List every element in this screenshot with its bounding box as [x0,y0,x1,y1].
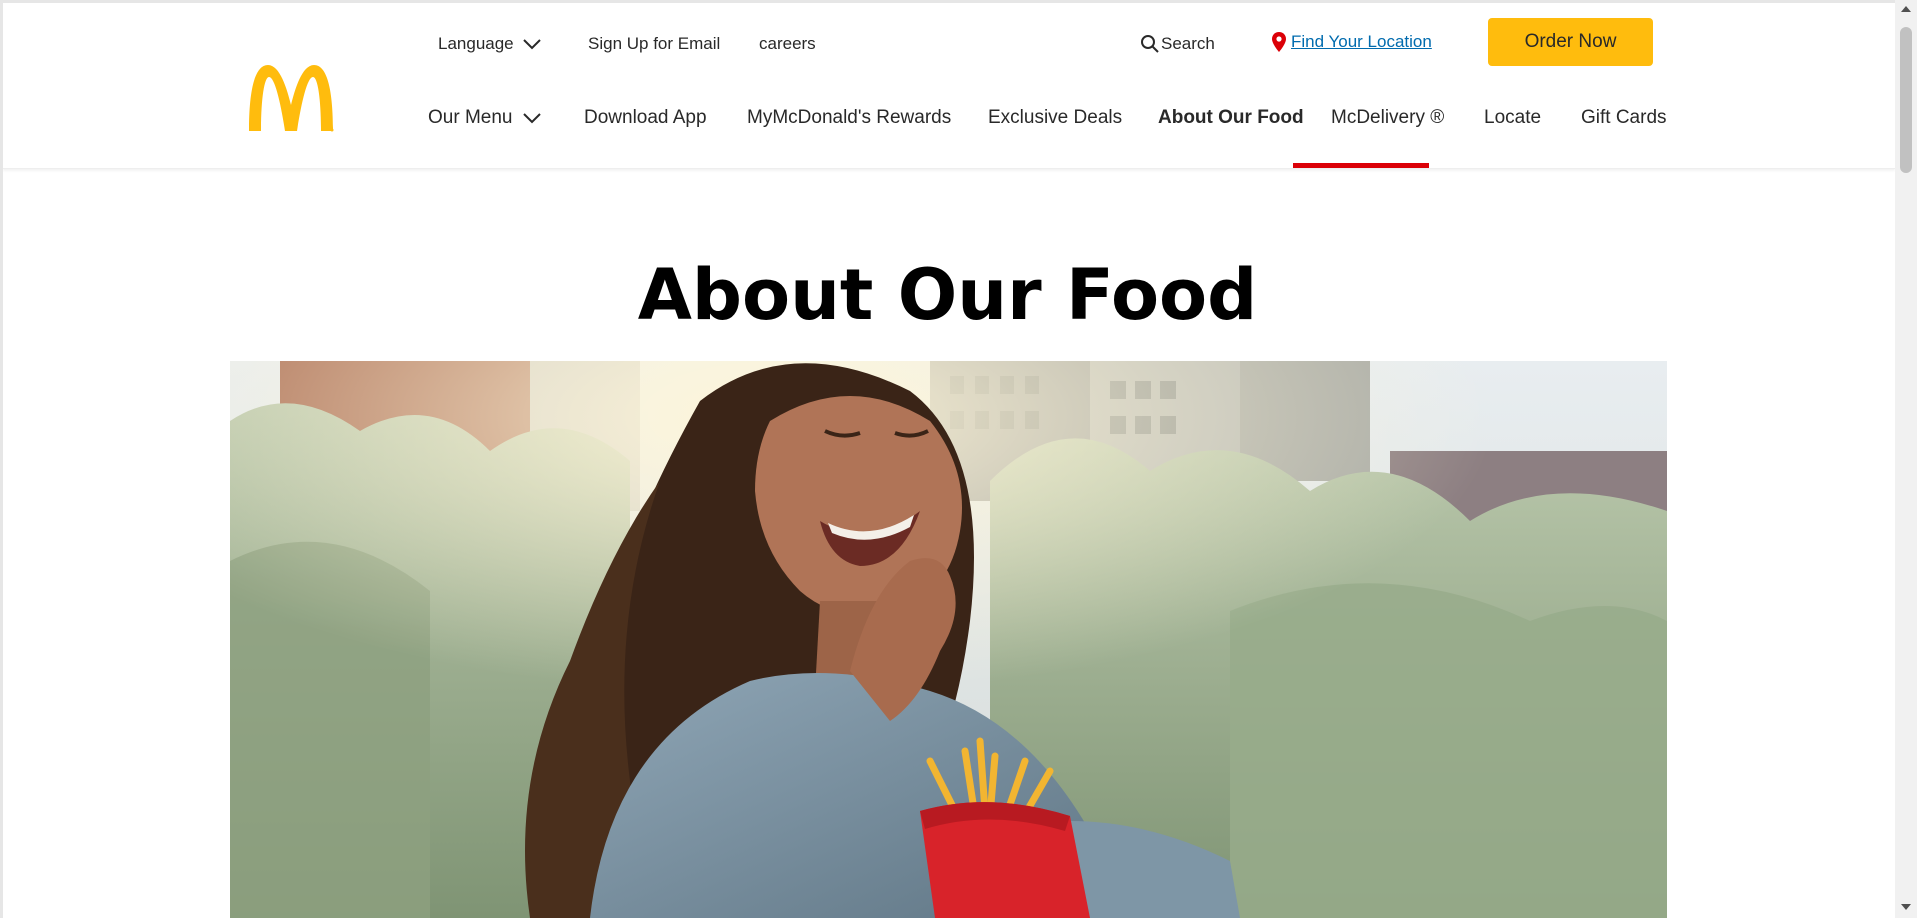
nav-item-label: McDelivery ® [1331,107,1445,128]
vertical-scrollbar[interactable] [1895,0,1917,918]
nav-item-locate[interactable]: Locate [1484,106,1541,130]
nav-item-about-our-food[interactable]: About Our Food [1158,106,1304,130]
nav-item-label: Download App [584,107,707,128]
nav-item-exclusive-deals[interactable]: Exclusive Deals [988,106,1122,130]
golden-arches-icon [249,65,334,132]
nav-item-label: About Our Food [1158,107,1304,128]
search-icon [1141,35,1159,53]
page-title: About Our Food [637,254,1258,336]
language-label: Language [438,34,514,53]
search-label: Search [1161,34,1215,53]
search-button[interactable]: Search [1140,33,1215,55]
location-pin-icon [1272,32,1286,52]
careers-link[interactable]: careers [759,33,816,55]
site-header: Language Sign Up for Email careers Searc… [3,3,1895,169]
hero-image [230,361,1667,918]
language-selector[interactable]: Language [438,33,542,55]
nav-item-mcdelivery[interactable]: McDelivery ® [1331,106,1444,130]
nav-item-label: Locate [1484,107,1542,128]
scroll-down-arrow-icon[interactable] [1901,904,1911,910]
signup-email-label: Sign Up for Email [588,34,721,53]
signup-email-link[interactable]: Sign Up for Email [588,33,720,55]
nav-item-label: Gift Cards [1581,107,1667,128]
nav-item-download-app[interactable]: Download App [584,106,707,130]
chevron-down-icon [523,113,542,124]
nav-item-our-menu[interactable]: Our Menu [428,106,542,130]
find-location-label: Find Your Location [1291,32,1432,51]
woman-eating-fries-illustration [230,361,1667,918]
nav-item-label: Our Menu [428,107,513,128]
nav-item-label: MyMcDonald's Rewards [747,107,952,128]
nav-item-label: Exclusive Deals [988,107,1123,128]
active-nav-indicator [1293,163,1429,168]
nav-item-rewards[interactable]: MyMcDonald's Rewards [747,106,951,130]
find-location-link[interactable]: Find Your Location [1271,31,1432,53]
order-now-button[interactable]: Order Now [1488,18,1653,66]
page: Language Sign Up for Email careers Searc… [0,0,1917,918]
chevron-down-icon [522,39,541,50]
scroll-thumb[interactable] [1900,27,1912,173]
nav-item-gift-cards[interactable]: Gift Cards [1581,106,1667,130]
scroll-up-arrow-icon[interactable] [1901,6,1911,12]
careers-label: careers [759,34,816,53]
golden-arches-logo[interactable] [247,59,335,133]
